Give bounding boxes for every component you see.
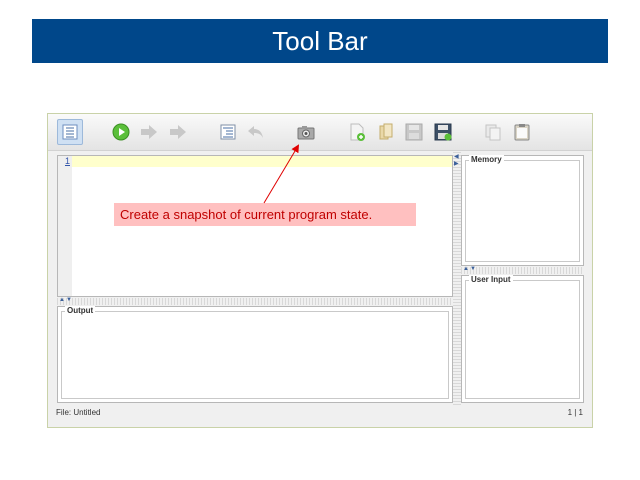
list-view-button[interactable] bbox=[57, 119, 83, 145]
format-button[interactable] bbox=[217, 121, 239, 143]
save-as-button[interactable] bbox=[432, 121, 454, 143]
paste-button[interactable] bbox=[511, 121, 533, 143]
camera-snapshot-icon bbox=[297, 126, 315, 140]
toolbar bbox=[48, 114, 592, 151]
undo-button[interactable] bbox=[245, 121, 267, 143]
slide-title: Tool Bar bbox=[32, 19, 608, 63]
user-input-label: User Input bbox=[469, 275, 513, 284]
collapse-right-icon[interactable]: ▶ bbox=[454, 161, 459, 167]
output-label: Output bbox=[65, 306, 96, 315]
output-area: Output bbox=[61, 306, 449, 399]
snapshot-button[interactable] bbox=[295, 121, 317, 143]
copy-icon bbox=[485, 124, 501, 141]
copy-button[interactable] bbox=[482, 121, 504, 143]
cursor-position: 1 | 1 bbox=[567, 408, 583, 417]
format-code-icon bbox=[220, 124, 236, 140]
user-input-area[interactable]: User Input bbox=[465, 275, 580, 399]
horizontal-splitter-right[interactable]: ▲▼ bbox=[461, 266, 584, 274]
user-input-panel: User Input bbox=[461, 275, 584, 403]
open-file-icon bbox=[379, 123, 393, 140]
open-file-button[interactable] bbox=[374, 121, 396, 143]
save-as-icon bbox=[434, 123, 452, 141]
new-file-icon bbox=[350, 123, 365, 141]
save-button[interactable] bbox=[403, 121, 425, 143]
vertical-splitter[interactable]: ◀ ▶ bbox=[453, 152, 461, 407]
line-number: 1 bbox=[64, 156, 70, 166]
memory-panel: Memory bbox=[461, 155, 584, 266]
memory-area: Memory bbox=[465, 155, 580, 262]
step-forward-icon bbox=[141, 125, 157, 139]
current-line-highlight bbox=[72, 156, 452, 167]
fast-forward-icon bbox=[170, 125, 186, 139]
new-file-button[interactable] bbox=[346, 121, 368, 143]
list-view-icon bbox=[62, 124, 78, 140]
fast-forward-button[interactable] bbox=[167, 121, 189, 143]
step-button[interactable] bbox=[138, 121, 160, 143]
line-gutter: 1 bbox=[58, 156, 72, 296]
run-icon bbox=[112, 123, 130, 141]
undo-icon bbox=[248, 126, 263, 138]
splitter-arrows-icon[interactable]: ▲▼ bbox=[59, 297, 73, 303]
run-button[interactable] bbox=[110, 121, 132, 143]
app-window: 1 ◀ ▶ ▲▼ Output Memory ▲▼ User Input Fil… bbox=[47, 113, 593, 428]
save-icon bbox=[405, 123, 423, 141]
splitter-arrows-icon[interactable]: ▲▼ bbox=[463, 266, 477, 272]
memory-label: Memory bbox=[469, 155, 504, 164]
code-editor[interactable]: 1 bbox=[57, 155, 453, 297]
horizontal-splitter-left[interactable]: ▲▼ bbox=[57, 297, 453, 305]
annotation-callout: Create a snapshot of current program sta… bbox=[114, 203, 416, 226]
collapse-left-icon[interactable]: ◀ bbox=[454, 154, 459, 160]
output-panel: Output bbox=[57, 306, 453, 403]
file-status: File: Untitled bbox=[56, 408, 101, 417]
paste-icon bbox=[514, 124, 530, 141]
